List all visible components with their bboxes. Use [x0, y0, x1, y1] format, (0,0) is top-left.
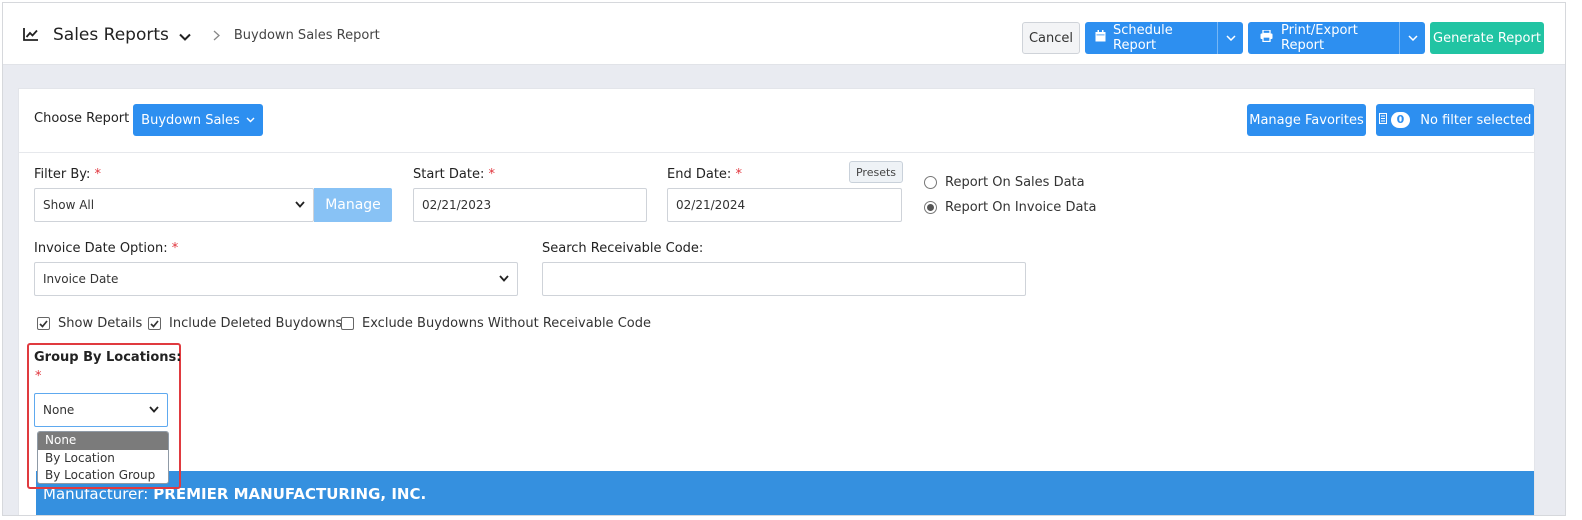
show-details-checkbox[interactable]: Show Details — [37, 316, 142, 331]
include-deleted-checkbox[interactable]: Include Deleted Buydowns — [148, 316, 342, 331]
chevron-down-icon — [1225, 35, 1236, 41]
option-none[interactable]: None — [38, 432, 168, 450]
title-area: Sales Reports Buydown Sales Report — [23, 25, 380, 45]
chevron-right-icon — [213, 26, 220, 45]
chevron-down-icon[interactable] — [179, 26, 191, 45]
manage-favorites-button[interactable]: Manage Favorites — [1247, 104, 1366, 136]
presets-button[interactable]: Presets — [849, 161, 903, 183]
option-by-location[interactable]: By Location — [38, 450, 168, 468]
calendar-icon — [1095, 30, 1106, 46]
group-by-label: Group By Locations: — [34, 350, 182, 365]
generate-report-button[interactable]: Generate Report — [1430, 22, 1544, 54]
radio-sales-data[interactable]: Report On Sales Data — [924, 175, 1085, 190]
required-mark: * — [35, 369, 42, 384]
filter-count-badge: 0 — [1390, 112, 1411, 128]
receivable-code-label: Search Receivable Code: — [542, 241, 704, 256]
choose-report-row: Choose Report Buydown Sales Manage Favor… — [19, 89, 1534, 153]
radio-invoice-data[interactable]: Report On Invoice Data — [924, 200, 1096, 215]
receivable-code-input[interactable] — [542, 262, 1026, 296]
checkmark-icon[interactable] — [37, 317, 50, 330]
radio-checked[interactable] — [924, 201, 937, 214]
schedule-report-group: Schedule Report — [1085, 22, 1243, 54]
schedule-report-button[interactable]: Schedule Report — [1085, 22, 1217, 54]
checkmark-icon[interactable] — [148, 317, 161, 330]
chevron-down-icon — [499, 275, 509, 282]
start-date-input[interactable]: 02/21/2023 — [413, 188, 647, 222]
start-date-label: Start Date: * — [413, 167, 495, 182]
end-date-input[interactable]: 02/21/2024 — [667, 188, 902, 222]
chevron-down-icon — [149, 406, 159, 413]
sales-reports-menu[interactable]: Sales Reports — [53, 25, 169, 45]
radio-unchecked[interactable] — [924, 176, 937, 189]
manufacturer-header: Manufacturer: PREMIER MANUFACTURING, INC… — [36, 471, 1534, 515]
printer-icon — [1260, 29, 1273, 46]
report-panel: Choose Report Buydown Sales Manage Favor… — [18, 88, 1535, 515]
app-window: Sales Reports Buydown Sales Report Cance… — [2, 2, 1566, 516]
option-by-location-group[interactable]: By Location Group — [38, 467, 168, 483]
chevron-down-icon — [246, 117, 255, 123]
print-dropdown-toggle[interactable] — [1399, 22, 1425, 54]
schedule-dropdown-toggle[interactable] — [1217, 22, 1243, 54]
choose-report-label: Choose Report — [34, 111, 130, 126]
cancel-button[interactable]: Cancel — [1022, 22, 1080, 54]
filter-status-button[interactable]: 0 No filter selected — [1376, 104, 1534, 136]
print-export-group: Print/Export Report — [1248, 22, 1425, 54]
filter-by-select[interactable]: Show All — [34, 188, 314, 222]
exclude-buydowns-checkbox[interactable]: Exclude Buydowns Without Receivable Code — [341, 316, 651, 331]
print-export-button[interactable]: Print/Export Report — [1248, 22, 1399, 54]
page-header: Sales Reports Buydown Sales Report Cance… — [3, 3, 1565, 65]
list-icon — [1378, 112, 1387, 128]
filter-by-label: Filter By: * — [34, 167, 102, 182]
line-chart-icon — [23, 26, 39, 45]
chevron-down-icon — [295, 201, 305, 208]
report-selector-button[interactable]: Buydown Sales — [133, 104, 263, 136]
checkbox-empty[interactable] — [341, 317, 354, 330]
group-by-options: None By Location By Location Group — [37, 431, 169, 484]
end-date-label: End Date: * — [667, 167, 742, 182]
breadcrumb: Buydown Sales Report — [233, 27, 380, 43]
invoice-date-option-select[interactable]: Invoice Date — [34, 262, 518, 296]
group-by-select[interactable]: None — [34, 393, 168, 427]
chevron-down-icon — [1407, 35, 1418, 41]
manage-filter-button[interactable]: Manage — [314, 188, 392, 222]
invoice-date-option-label: Invoice Date Option: * — [34, 241, 179, 256]
